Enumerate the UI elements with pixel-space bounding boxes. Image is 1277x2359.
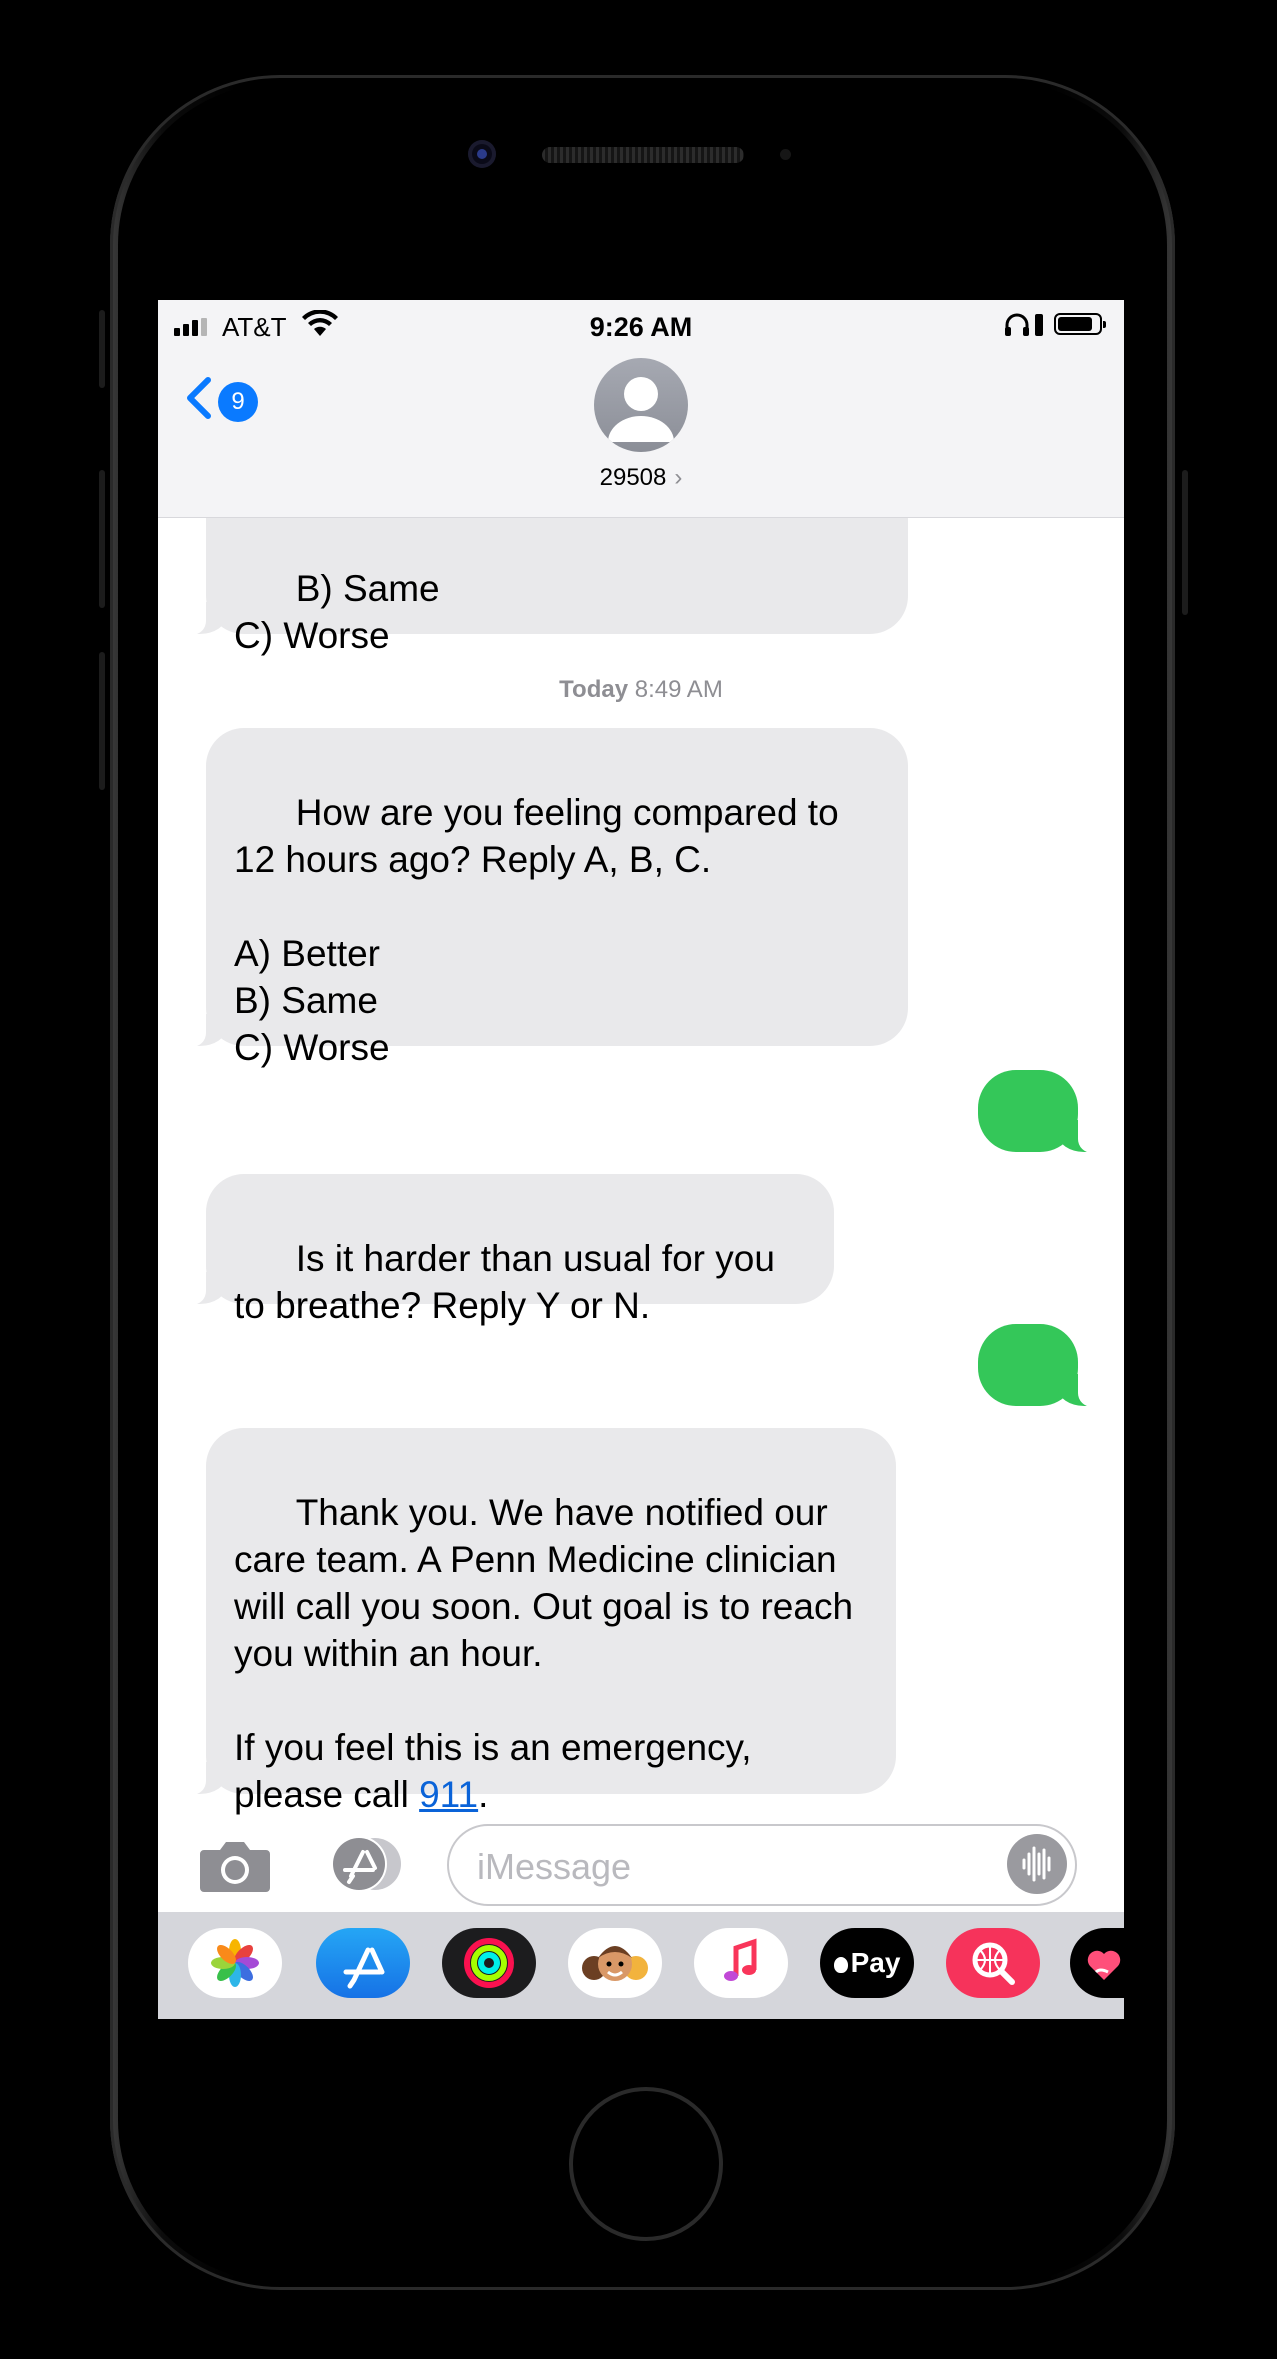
- contact-name: 29508: [599, 464, 667, 491]
- message-input-placeholder: iMessage: [477, 1846, 632, 1887]
- app-store-apps-icon[interactable]: [323, 1834, 407, 1894]
- memoji-app-icon[interactable]: [568, 1928, 662, 1998]
- camera-icon[interactable]: [198, 1838, 272, 1894]
- activity-app-icon[interactable]: [442, 1928, 536, 1998]
- front-camera: [468, 140, 496, 168]
- apple-logo-icon: [833, 1957, 848, 1973]
- compose-bar: iMessage: [158, 1808, 1124, 1912]
- contact-name-button[interactable]: 29508 ›: [158, 464, 1124, 492]
- volume-down-button: [99, 652, 105, 790]
- photos-app-icon[interactable]: [188, 1928, 282, 1998]
- apple-pay-label: Pay: [850, 1947, 901, 1978]
- web-search-app-icon[interactable]: [946, 1928, 1040, 1998]
- battery-icon: [1054, 313, 1106, 335]
- message-text: How are you feeling compared to 12 hours…: [234, 792, 839, 1068]
- app-store-app-icon[interactable]: [316, 1928, 410, 1998]
- timestamp-time: 8:49 AM: [634, 676, 723, 703]
- imessage-app-drawer: Pay: [158, 1912, 1124, 2019]
- message-bubble-incoming[interactable]: How are you feeling compared to 12 hours…: [184, 728, 908, 1068]
- headphones-icon: [1005, 313, 1029, 336]
- music-app-icon[interactable]: [694, 1928, 788, 1998]
- conversation-header: AT&T 9:26 AM 9 29508 ›: [158, 300, 1124, 518]
- message-text: C: [1045, 1172, 1073, 1213]
- home-button[interactable]: [569, 2087, 723, 2241]
- messages-screen: B) Same C) Worse Today 8:49 AM How are y…: [158, 300, 1124, 2019]
- contact-avatar[interactable]: [594, 358, 688, 452]
- audio-message-button[interactable]: [1007, 1834, 1067, 1894]
- status-bar: AT&T 9:26 AM: [158, 300, 1124, 352]
- earpiece-speaker: [542, 147, 744, 163]
- message-text: B) Same C) Worse: [234, 568, 440, 656]
- message-bubble-incoming[interactable]: Thank you. We have notified our care tea…: [184, 1428, 896, 1815]
- orientation-lock-icon: [1035, 314, 1043, 336]
- person-icon: [608, 377, 674, 442]
- back-button[interactable]: 9: [184, 370, 264, 426]
- message-bubble-incoming[interactable]: Is it harder than usual for you to breat…: [184, 1174, 834, 1326]
- message-text-body: Thank you. We have notified our care tea…: [234, 1492, 854, 1815]
- conversation-timestamp: Today 8:49 AM: [158, 676, 1124, 704]
- waveform-icon: [1022, 1846, 1051, 1882]
- apple-pay-app-icon[interactable]: Pay: [820, 1928, 914, 1998]
- message-input[interactable]: iMessage: [447, 1824, 1077, 1906]
- message-text: Y: [1046, 1426, 1072, 1467]
- heart-app-icon[interactable]: [1070, 1928, 1124, 1998]
- message-text: Thank you. We have notified our care tea…: [234, 1492, 863, 1815]
- chevron-right-icon: ›: [674, 464, 683, 491]
- proximity-sensor: [780, 149, 791, 160]
- unread-count-badge: 9: [218, 382, 258, 422]
- power-button: [1182, 470, 1188, 615]
- volume-up-button: [99, 470, 105, 608]
- message-text: Is it harder than usual for you to breat…: [234, 1238, 786, 1326]
- timestamp-day: Today: [559, 676, 629, 703]
- message-text-end: .: [478, 1774, 489, 1815]
- silent-switch: [99, 310, 105, 388]
- chevron-left-icon: [187, 377, 211, 419]
- message-bubble-outgoing[interactable]: C: [978, 1070, 1100, 1213]
- message-bubble-outgoing[interactable]: Y: [978, 1324, 1100, 1467]
- phone-number-link[interactable]: 911: [419, 1774, 478, 1815]
- status-time: 9:26 AM: [589, 312, 693, 342]
